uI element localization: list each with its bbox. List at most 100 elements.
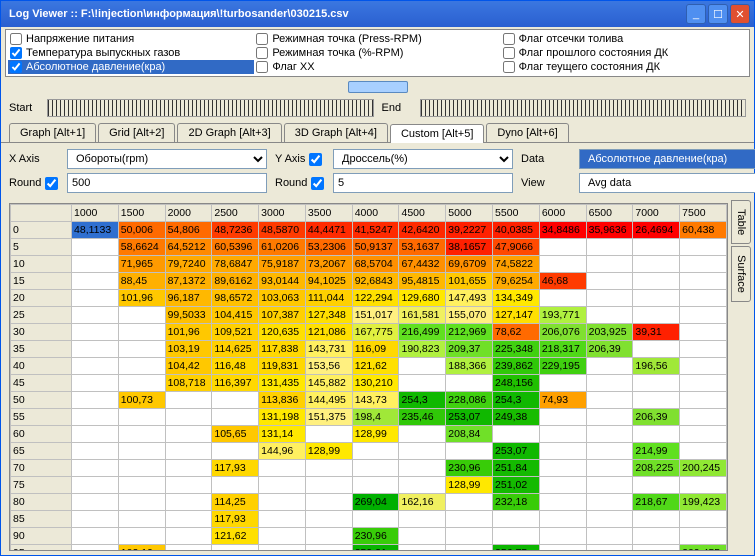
heatmap-cell[interactable]: 254,3	[399, 392, 446, 409]
signal-check[interactable]: Абсолютное давление(кра)	[8, 60, 254, 74]
data-select[interactable]: Абсолютное давление(кра)	[579, 149, 755, 169]
heatmap-cell[interactable]	[680, 392, 727, 409]
heatmap-cell[interactable]	[680, 307, 727, 324]
heatmap-cell[interactable]	[680, 239, 727, 256]
heatmap-cell[interactable]	[165, 443, 212, 460]
heatmap-cell[interactable]: 193,771	[539, 307, 586, 324]
heatmap-cell[interactable]: 109,521	[212, 324, 259, 341]
heatmap-cell[interactable]: 92,6843	[352, 273, 399, 290]
heatmap-cell[interactable]: 69,6709	[446, 256, 493, 273]
heatmap-cell[interactable]: 34,8486	[539, 222, 586, 239]
heatmap-cell[interactable]: 248,156	[493, 375, 540, 392]
heatmap-cell[interactable]	[118, 375, 165, 392]
heatmap-cell[interactable]	[680, 273, 727, 290]
heatmap-cell[interactable]: 101,96	[165, 324, 212, 341]
heatmap-cell[interactable]: 190,823	[399, 341, 446, 358]
heatmap-cell[interactable]	[633, 392, 680, 409]
heatmap-cell[interactable]	[212, 545, 259, 552]
heatmap-cell[interactable]	[212, 409, 259, 426]
heatmap-cell[interactable]: 108,718	[165, 375, 212, 392]
heatmap-cell[interactable]: 128,99	[305, 443, 352, 460]
heatmap-cell[interactable]: 128,99	[352, 426, 399, 443]
heatmap-cell[interactable]: 60,5396	[212, 239, 259, 256]
heatmap-cell[interactable]	[72, 511, 119, 528]
heatmap-cell[interactable]: 116,397	[212, 375, 259, 392]
heatmap-cell[interactable]	[72, 460, 119, 477]
heatmap-cell[interactable]	[399, 443, 446, 460]
heatmap-cell[interactable]: 61,0206	[259, 239, 306, 256]
heatmap-cell[interactable]	[165, 528, 212, 545]
heatmap-cell[interactable]	[305, 426, 352, 443]
heatmap-cell[interactable]	[72, 426, 119, 443]
heatmap-cell[interactable]	[539, 409, 586, 426]
heatmap-cell[interactable]: 41,5247	[352, 222, 399, 239]
heatmap-cell[interactable]: 228,086	[446, 392, 493, 409]
heatmap-cell[interactable]: 105,65	[212, 426, 259, 443]
heatmap-cell[interactable]	[165, 426, 212, 443]
heatmap-cell[interactable]: 35,9636	[586, 222, 633, 239]
heatmap-cell[interactable]: 251,84	[493, 460, 540, 477]
heatmap-cell[interactable]	[446, 443, 493, 460]
heatmap-cell[interactable]	[680, 511, 727, 528]
heatmap-cell[interactable]: 167,775	[352, 324, 399, 341]
heatmap-cell[interactable]: 121,62	[212, 528, 259, 545]
heatmap-cell[interactable]: 78,6847	[212, 256, 259, 273]
heatmap-cell[interactable]	[586, 460, 633, 477]
heatmap-cell[interactable]: 117,93	[212, 460, 259, 477]
heatmap-cell[interactable]: 53,2306	[305, 239, 352, 256]
heatmap-cell[interactable]: 121,62	[352, 358, 399, 375]
heatmap-cell[interactable]	[72, 392, 119, 409]
heatmap-cell[interactable]: 188,366	[446, 358, 493, 375]
heatmap-cell[interactable]: 256,75	[493, 545, 540, 552]
heatmap-cell[interactable]: 116,09	[352, 341, 399, 358]
heatmap-cell[interactable]: 116,48	[212, 358, 259, 375]
heatmap-cell[interactable]: 127,147	[493, 307, 540, 324]
heatmap-cell[interactable]	[305, 528, 352, 545]
heatmap-cell[interactable]: 209,455	[680, 545, 727, 552]
heatmap-cell[interactable]: 218,67	[633, 494, 680, 511]
heatmap-cell[interactable]: 144,495	[305, 392, 352, 409]
heatmap-cell[interactable]	[633, 511, 680, 528]
heatmap-cell[interactable]: 113,836	[259, 392, 306, 409]
heatmap-cell[interactable]: 206,076	[539, 324, 586, 341]
heatmap-cell[interactable]	[493, 511, 540, 528]
heatmap-cell[interactable]: 48,1133	[72, 222, 119, 239]
heatmap-cell[interactable]: 230,96	[352, 528, 399, 545]
heatmap-cell[interactable]	[72, 358, 119, 375]
heatmap-cell[interactable]: 79,7240	[165, 256, 212, 273]
heatmap-cell[interactable]	[539, 460, 586, 477]
heatmap-cell[interactable]: 122,294	[352, 290, 399, 307]
heatmap-cell[interactable]	[118, 477, 165, 494]
heatmap-cell[interactable]	[586, 392, 633, 409]
heatmap-cell[interactable]	[118, 494, 165, 511]
heatmap-cell[interactable]: 232,18	[493, 494, 540, 511]
heatmap-cell[interactable]	[305, 494, 352, 511]
heatmap-cell[interactable]: 235,46	[399, 409, 446, 426]
signal-check[interactable]: Флаг отсечки толива	[501, 32, 747, 46]
heatmap-cell[interactable]: 48,5870	[259, 222, 306, 239]
heatmap-cell[interactable]: 42,6420	[399, 222, 446, 239]
heatmap-cell[interactable]: 93,0144	[259, 273, 306, 290]
heatmap-cell[interactable]	[680, 528, 727, 545]
heatmap-cell[interactable]: 162,16	[399, 494, 446, 511]
heatmap-cell[interactable]	[118, 460, 165, 477]
heatmap-cell[interactable]: 117,838	[259, 341, 306, 358]
signal-check[interactable]: Напряжение питания	[8, 32, 254, 46]
heatmap-cell[interactable]	[446, 511, 493, 528]
heatmap-cell[interactable]	[446, 494, 493, 511]
heatmap-cell[interactable]	[633, 528, 680, 545]
heatmap-cell[interactable]	[72, 341, 119, 358]
heatmap-cell[interactable]: 120,635	[259, 324, 306, 341]
heatmap-cell[interactable]: 46,68	[539, 273, 586, 290]
heatmap-cell[interactable]	[72, 477, 119, 494]
round2-input[interactable]	[333, 173, 513, 193]
heatmap-cell[interactable]	[586, 477, 633, 494]
heatmap-cell[interactable]	[118, 528, 165, 545]
scroll-handle[interactable]	[1, 79, 754, 95]
heatmap-cell[interactable]: 212,969	[446, 324, 493, 341]
heatmap-cell[interactable]: 153,56	[305, 358, 352, 375]
heatmap-cell[interactable]	[539, 290, 586, 307]
heatmap-cell[interactable]: 117,93	[212, 511, 259, 528]
heatmap-cell[interactable]	[165, 392, 212, 409]
heatmap-cell[interactable]	[399, 358, 446, 375]
